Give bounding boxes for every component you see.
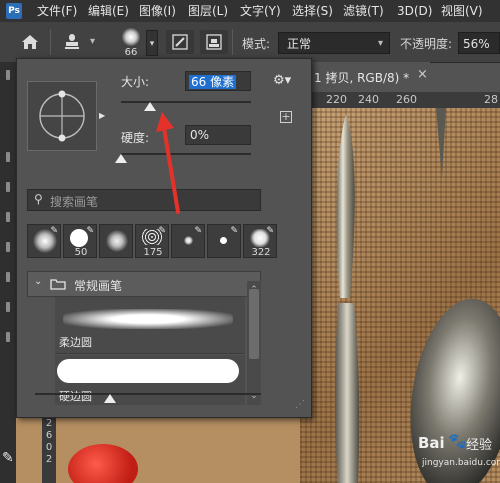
preview-size-slider-thumb[interactable]	[104, 394, 116, 403]
brush-tip-preview[interactable]	[27, 81, 97, 151]
brush-list: 柔边圆 硬边圆	[27, 297, 245, 405]
home-button[interactable]	[16, 30, 44, 54]
chevron-down-icon[interactable]: ▾	[90, 36, 95, 47]
ruler-tick-label: 240	[358, 93, 379, 106]
size-label: 大小:	[121, 75, 150, 89]
tools-panel: ✎	[0, 62, 16, 483]
baidu-watermark: Bai 🐾 经验 jingyan.baidu.com	[416, 430, 500, 480]
hardness-slider-thumb[interactable]	[115, 154, 127, 163]
brush-name: 柔边圆	[59, 336, 92, 349]
brush-preset-texture[interactable]: ✎ 322	[243, 224, 277, 258]
red-decoration	[68, 444, 138, 483]
brush-preset-small-soft[interactable]: ✎	[171, 224, 205, 258]
ruler-tick-label: 260	[396, 93, 417, 106]
brush-name: 硬边圆	[59, 390, 92, 403]
vertical-ruler: 2602	[42, 418, 56, 483]
menu-type[interactable]: 文字(Y)	[240, 3, 281, 19]
chevron-down-icon: ⌄	[34, 276, 43, 287]
brush-group-name: 常规画笔	[74, 279, 123, 293]
preset-size-label: 175	[143, 247, 163, 258]
brush-preset-small-hard[interactable]: ✎	[207, 224, 241, 258]
brush-settings-icon	[172, 34, 188, 50]
menu-view[interactable]: 视图(V)	[441, 3, 483, 19]
brush-preset-soft-large[interactable]: ✎	[27, 224, 61, 258]
ruler-tick-label: 28	[484, 93, 498, 106]
soft-brush-icon	[122, 28, 140, 46]
horizontal-ruler: 220 240 260 28	[300, 92, 500, 108]
home-icon	[22, 35, 38, 49]
brush-picker-toggle[interactable]: ▾	[146, 30, 158, 56]
watermark-url: jingyan.baidu.com	[422, 458, 500, 468]
document-tab[interactable]: 1 拷贝, RGB/8) * ×	[300, 62, 430, 90]
new-preset-icon[interactable]: +	[280, 111, 292, 123]
tool-preset-picker[interactable]	[58, 30, 86, 54]
brush-search-input[interactable]: ⚲ 搜索画笔	[27, 189, 261, 211]
brush-settings-button[interactable]	[166, 30, 194, 54]
watermark-brand: Bai	[418, 434, 445, 452]
menu-file[interactable]: 文件(F)	[37, 3, 77, 19]
brush-tool-icon[interactable]: ✎	[2, 450, 16, 468]
size-field[interactable]: 66 像素	[185, 71, 251, 91]
menu-edit[interactable]: 编辑(E)	[88, 3, 129, 19]
canvas-left-area: 2602	[16, 418, 300, 483]
soft-stroke-preview	[63, 309, 233, 329]
opacity-label: 不透明度:	[400, 37, 453, 51]
paw-icon: 🐾	[448, 432, 467, 450]
options-bar: ▾ 66 ▾ 模式: 正常 ▾ 不透明度: 56%	[0, 22, 500, 63]
ruler-tick-label: 220	[326, 93, 347, 106]
brush-angle-icon	[39, 90, 85, 142]
stamp-tool-icon	[65, 34, 79, 49]
preview-size-slider-track[interactable]	[35, 393, 261, 395]
chevron-down-icon: ▾	[377, 38, 383, 49]
clone-source-icon	[206, 34, 222, 50]
menu-image[interactable]: 图像(I)	[139, 3, 176, 19]
preset-size-label: 322	[251, 247, 271, 258]
brush-preset-soft[interactable]	[99, 224, 133, 258]
close-icon[interactable]: ×	[417, 67, 428, 82]
hardness-label: 硬度:	[121, 131, 150, 145]
size-slider-track[interactable]	[121, 101, 251, 103]
menu-bar: Ps 文件(F) 编辑(E) 图像(I) 图层(L) 文字(Y) 选择(S) 滤…	[0, 0, 500, 22]
brush-item-soft-round[interactable]: 柔边圆	[55, 297, 245, 354]
brush-item-hard-round[interactable]: 硬边圆	[55, 355, 245, 405]
hardness-field[interactable]: 0%	[185, 125, 251, 145]
cutlery-photo	[300, 108, 500, 483]
preset-size-label: 50	[74, 247, 88, 258]
search-placeholder: 搜索画笔	[50, 195, 99, 209]
brush-preset-spatter[interactable]: ✎ 175	[135, 224, 169, 258]
brush-group-header[interactable]: ⌄ 常规画笔	[27, 271, 261, 297]
gear-icon[interactable]: ⚙▾	[273, 73, 291, 88]
folder-icon	[50, 279, 66, 290]
arrow-right-icon[interactable]: ▶	[99, 111, 105, 120]
brush-preset-preview[interactable]: 66	[114, 28, 148, 60]
clone-source-button[interactable]	[200, 30, 228, 54]
mode-label: 模式:	[242, 37, 271, 51]
menu-3d[interactable]: 3D(D)	[397, 3, 432, 19]
opacity-field[interactable]: 56%	[458, 32, 500, 54]
mode-select[interactable]: 正常 ▾	[278, 32, 390, 54]
menu-filter[interactable]: 滤镜(T)	[343, 3, 384, 19]
photo-canvas[interactable]	[300, 108, 500, 483]
brush-size-readout: 66	[124, 47, 138, 58]
photoshop-logo: Ps	[6, 3, 22, 19]
resize-grip-icon[interactable]: ⋰	[295, 399, 305, 410]
scrollbar-thumb[interactable]	[249, 289, 259, 359]
search-icon: ⚲	[34, 192, 43, 206]
annotation-arrow	[156, 112, 180, 214]
brush-list-scrollbar[interactable]: ⌃ ⌄	[247, 281, 261, 405]
brush-preset-hard[interactable]: ✎ 50	[63, 224, 97, 258]
menu-layer[interactable]: 图层(L)	[188, 3, 228, 19]
hard-stroke-preview	[57, 359, 239, 383]
size-value: 66 像素	[189, 75, 237, 89]
watermark-brand-2: 经验	[466, 438, 493, 453]
mode-value: 正常	[287, 37, 312, 51]
document-title: 1 拷贝, RGB/8) *	[314, 71, 410, 85]
menu-select[interactable]: 选择(S)	[292, 3, 333, 19]
